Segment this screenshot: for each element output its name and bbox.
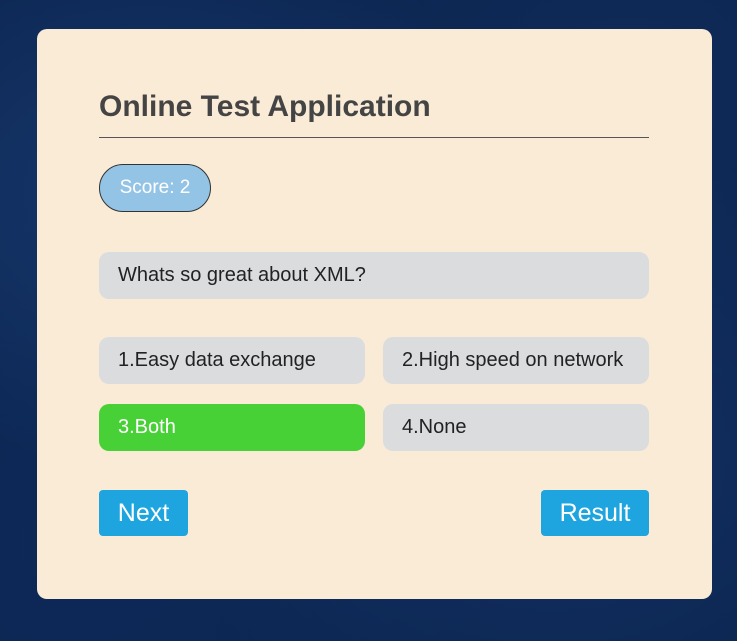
option-4[interactable]: 4.None [383,404,649,451]
score-badge: Score: 2 [99,164,211,212]
title-divider [99,137,649,138]
option-3[interactable]: 3.Both [99,404,365,451]
question-text: Whats so great about XML? [99,252,649,299]
option-2[interactable]: 2.High speed on network [383,337,649,384]
quiz-card: Online Test Application Score: 2 Whats s… [37,29,712,599]
next-button[interactable]: Next [99,490,188,536]
result-button[interactable]: Result [541,490,649,536]
page-title: Online Test Application [99,90,431,123]
option-1[interactable]: 1.Easy data exchange [99,337,365,384]
